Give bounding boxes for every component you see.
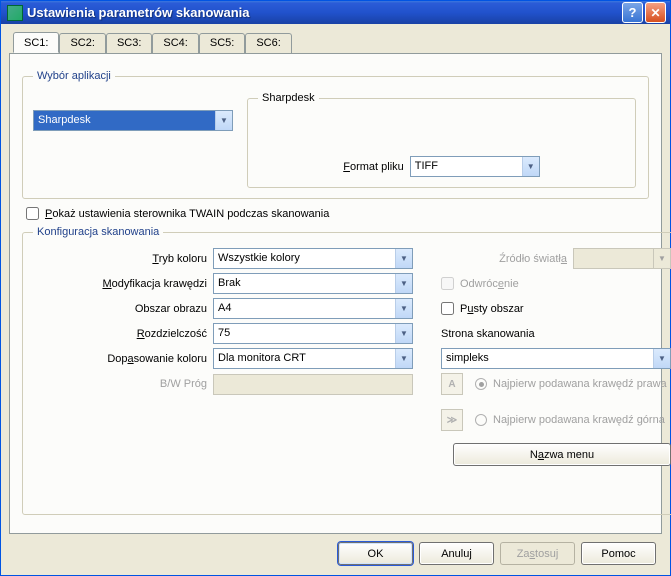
menu-name-button[interactable]: Nazwa menu [453, 443, 671, 466]
invert-checkbox [441, 277, 454, 290]
tab-sc3[interactable]: SC3: [106, 33, 152, 54]
empty-area-checkbox[interactable] [441, 302, 454, 315]
apply-button: Zastosuj [500, 542, 575, 565]
label-empty-area: Pusty obszar [460, 303, 524, 315]
label-feed-edge-top: Najpierw podawana krawędź górna [493, 414, 665, 426]
chevron-down-icon: ▼ [395, 249, 412, 268]
group-scan-config-legend: Konfiguracja skanowania [33, 226, 163, 238]
group-sharpdesk: Sharpdesk Format pliku TIFF ▼ [247, 92, 636, 188]
label-color-mode: Tryb koloru [33, 253, 213, 265]
radio-feed-edge-right [475, 378, 487, 390]
cancel-button[interactable]: Anuluj [419, 542, 494, 565]
label-color-match: Dopasowanie koloru [33, 353, 213, 365]
label-light-source: Źródło światła [499, 253, 567, 265]
orientation-b-icon: ≫ [441, 409, 463, 431]
group-scan-config: Konfiguracja skanowania Tryb koloru Wszy… [22, 226, 671, 515]
resolution-select[interactable]: 75▼ [213, 323, 413, 344]
group-app-selection-legend: Wybór aplikacji [33, 70, 115, 82]
twain-checkbox-label: Pokaż ustawienia sterownika TWAIN podcza… [45, 208, 329, 220]
feed-edge-top-row: ≫ Najpierw podawana krawędź górna [441, 409, 671, 431]
tab-sc5[interactable]: SC5: [199, 33, 245, 54]
app-icon [7, 5, 23, 21]
label-edge-mod: Modyfikacja krawędzi [33, 278, 213, 290]
chevron-down-icon: ▼ [395, 349, 412, 368]
label-bw-threshold: B/W Próg [33, 378, 213, 390]
image-area-select[interactable]: A4▼ [213, 298, 413, 319]
titlebar[interactable]: Ustawienia parametrów skanowania ? ✕ [1, 1, 670, 24]
file-format-label: Format pliku [343, 161, 404, 173]
titlebar-help-button[interactable]: ? [622, 2, 643, 23]
chevron-down-icon: ▼ [395, 274, 412, 293]
label-feed-edge-right: Najpierw podawana krawędź prawa [493, 378, 667, 390]
titlebar-close-button[interactable]: ✕ [645, 2, 666, 23]
color-mode-select[interactable]: Wszystkie kolory▼ [213, 248, 413, 269]
chevron-down-icon: ▼ [395, 299, 412, 318]
tab-sc2[interactable]: SC2: [59, 33, 105, 54]
application-select-value: Sharpdesk [34, 111, 215, 130]
chevron-down-icon: ▼ [215, 111, 232, 130]
dialog-window: Ustawienia parametrów skanowania ? ✕ SC1… [0, 0, 671, 576]
light-source-select: ▼ [573, 248, 671, 269]
application-select[interactable]: Sharpdesk ▼ [33, 110, 233, 131]
client-area: SC1: SC2: SC3: SC4: SC5: SC6: Wybór apli… [1, 24, 670, 575]
edge-mod-select[interactable]: Brak▼ [213, 273, 413, 294]
tab-sc1[interactable]: SC1: [13, 32, 59, 53]
chevron-down-icon: ▼ [522, 157, 539, 176]
ok-button[interactable]: OK [338, 542, 413, 565]
window-title: Ustawienia parametrów skanowania [27, 5, 622, 20]
tab-sc4[interactable]: SC4: [152, 33, 198, 54]
dialog-footer: OK Anuluj Zastosuj Pomoc [9, 534, 662, 565]
label-invert: Odwrócenie [460, 278, 519, 290]
feed-edge-right-row: A Najpierw podawana krawędź prawa [441, 373, 671, 395]
orientation-a-icon: A [441, 373, 463, 395]
tab-strip: SC1: SC2: SC3: SC4: SC5: SC6: [13, 32, 662, 53]
twain-checkbox[interactable] [26, 207, 39, 220]
group-app-selection: Wybór aplikacji Sharpdesk ▼ Sharpdesk Fo… [22, 70, 649, 199]
scan-side-select[interactable]: simpleks▼ [441, 348, 671, 369]
chevron-down-icon: ▼ [395, 324, 412, 343]
group-sharpdesk-legend: Sharpdesk [258, 92, 319, 104]
label-image-area: Obszar obrazu [33, 303, 213, 315]
color-match-select[interactable]: Dla monitora CRT▼ [213, 348, 413, 369]
label-scan-side: Strona skanowania [441, 328, 535, 340]
tab-sc6[interactable]: SC6: [245, 33, 291, 54]
chevron-down-icon: ▼ [653, 349, 670, 368]
bw-threshold-input [213, 374, 413, 395]
file-format-select[interactable]: TIFF ▼ [410, 156, 540, 177]
chevron-down-icon: ▼ [653, 249, 670, 268]
label-resolution: Rozdzielczość [33, 328, 213, 340]
tab-page: Wybór aplikacji Sharpdesk ▼ Sharpdesk Fo… [9, 53, 662, 534]
help-button[interactable]: Pomoc [581, 542, 656, 565]
radio-feed-edge-top [475, 414, 487, 426]
file-format-value: TIFF [411, 157, 522, 176]
twain-checkbox-row: Pokaż ustawienia sterownika TWAIN podcza… [26, 207, 649, 220]
